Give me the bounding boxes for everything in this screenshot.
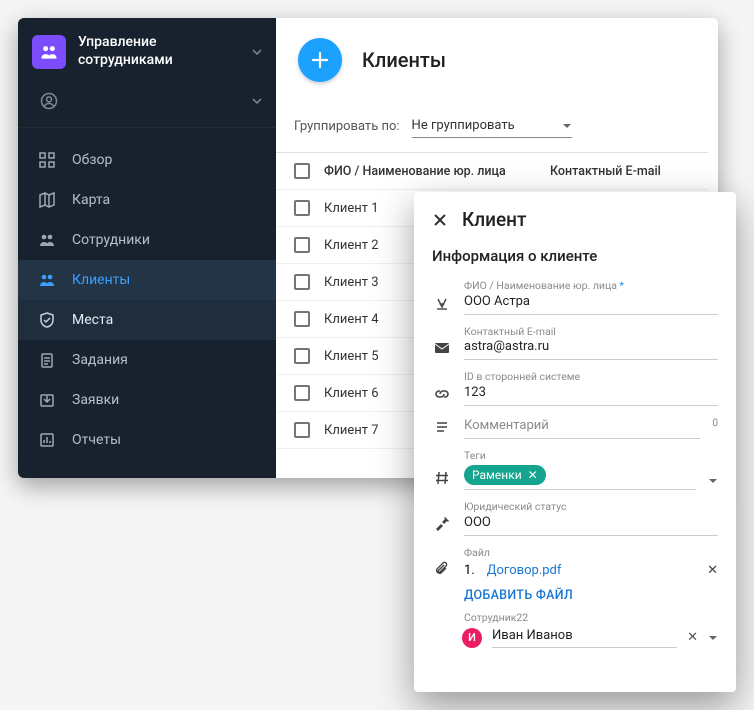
nav-label: Сотрудники bbox=[72, 232, 150, 248]
row-checkbox[interactable] bbox=[294, 311, 310, 327]
tag-label: Раменки bbox=[472, 468, 522, 482]
required-mark: * bbox=[620, 279, 625, 292]
main-header: Клиенты bbox=[276, 18, 718, 100]
field-label: Юридический статус bbox=[464, 502, 718, 513]
nav-label: Задания bbox=[72, 352, 128, 368]
field-label: Сотрудник22 bbox=[464, 613, 718, 624]
nav-label: Места bbox=[72, 312, 113, 328]
field-value: 123 bbox=[464, 385, 718, 401]
field-comment[interactable]: Комментарий 0 bbox=[414, 412, 736, 445]
chevron-down-icon bbox=[562, 121, 572, 131]
row-checkbox[interactable] bbox=[294, 385, 310, 401]
nav-item-requests[interactable]: Заявки bbox=[18, 380, 276, 420]
field-label: Комментарий bbox=[464, 418, 700, 434]
chevron-down-icon bbox=[252, 47, 262, 57]
table-header: ФИО / Наименование юр. лица Контактный E… bbox=[276, 153, 708, 190]
dashboard-icon bbox=[38, 151, 56, 169]
nav-item-employees[interactable]: Сотрудники bbox=[18, 220, 276, 260]
employee-dropdown-icon[interactable] bbox=[708, 633, 718, 643]
employee-avatar: И bbox=[462, 628, 482, 648]
row-checkbox[interactable] bbox=[294, 422, 310, 438]
nav-label: Обзор bbox=[72, 152, 112, 168]
field-label: Контактный E-mail bbox=[464, 327, 718, 338]
file-remove-button[interactable]: ✕ bbox=[707, 563, 718, 578]
map-icon bbox=[38, 191, 56, 209]
field-email[interactable]: Контактный E-mail astra@astra.ru bbox=[414, 321, 736, 367]
hash-icon bbox=[432, 470, 452, 490]
field-label: Файл bbox=[464, 548, 718, 559]
file-link[interactable]: Договор.pdf bbox=[487, 563, 562, 578]
user-icon bbox=[32, 91, 66, 111]
chevron-down-icon bbox=[252, 96, 262, 106]
employee-name: Иван Иванов bbox=[492, 628, 677, 648]
add-file-button[interactable]: ДОБАВИТЬ ФАЙЛ bbox=[414, 584, 736, 613]
employee-row[interactable]: И Иван Иванов ✕ bbox=[414, 626, 736, 656]
employee-remove-button[interactable]: ✕ bbox=[687, 630, 698, 645]
gavel-icon bbox=[432, 516, 452, 536]
col-name: ФИО / Наименование юр. лица bbox=[324, 164, 536, 179]
nav-item-tasks[interactable]: Задания bbox=[18, 340, 276, 380]
user-switcher[interactable] bbox=[18, 81, 276, 128]
group-by-select[interactable]: Не группировать bbox=[412, 114, 572, 138]
chart-icon bbox=[38, 431, 56, 449]
nav: Обзор Карта Сотрудники Клиенты Места Зад… bbox=[18, 128, 276, 460]
nav-item-clients[interactable]: Клиенты bbox=[18, 260, 276, 300]
nav-item-overview[interactable]: Обзор bbox=[18, 140, 276, 180]
field-value: astra@astra.ru bbox=[464, 339, 718, 355]
nav-item-places[interactable]: Места bbox=[18, 300, 276, 340]
row-checkbox[interactable] bbox=[294, 200, 310, 216]
field-legal[interactable]: Юридический статус ООО bbox=[414, 496, 736, 542]
field-tags[interactable]: Теги Раменки ✕ bbox=[414, 445, 736, 497]
clients-icon bbox=[38, 271, 56, 289]
app-switcher[interactable]: Управление сотрудниками bbox=[18, 18, 276, 81]
email-icon bbox=[432, 340, 452, 360]
nav-label: Отчеты bbox=[72, 432, 121, 448]
page-title: Клиенты bbox=[362, 48, 446, 72]
close-button[interactable] bbox=[432, 212, 448, 228]
row-checkbox[interactable] bbox=[294, 274, 310, 290]
app-title: Управление сотрудниками bbox=[78, 34, 240, 69]
add-button[interactable] bbox=[298, 38, 342, 82]
file-row: 1. Договор.pdf ✕ bbox=[414, 560, 736, 584]
tag-chip[interactable]: Раменки ✕ bbox=[464, 465, 546, 485]
field-value: ООО bbox=[464, 515, 718, 531]
nav-item-reports[interactable]: Отчеты bbox=[18, 420, 276, 460]
sidebar: Управление сотрудниками Обзор Карта bbox=[18, 18, 276, 478]
nav-label: Карта bbox=[72, 192, 110, 208]
file-num: 1. bbox=[464, 563, 475, 578]
people-icon bbox=[38, 231, 56, 249]
field-label: Теги bbox=[464, 451, 696, 462]
field-label: ФИО / Наименование юр. лица bbox=[464, 279, 617, 292]
shield-icon bbox=[38, 311, 56, 329]
field-ext-id[interactable]: ID в сторонней системе 123 bbox=[414, 366, 736, 412]
col-email: Контактный E-mail bbox=[550, 164, 690, 179]
group-by-value: Не группировать bbox=[412, 118, 515, 133]
detail-header: Клиент bbox=[414, 192, 736, 237]
detail-title: Клиент bbox=[462, 208, 526, 231]
section-title: Информация о клиенте bbox=[414, 237, 736, 275]
select-all-checkbox[interactable] bbox=[294, 163, 310, 179]
notes-icon bbox=[432, 419, 452, 439]
app-icon bbox=[32, 35, 66, 69]
clipboard-icon bbox=[38, 351, 56, 369]
nav-label: Заявки bbox=[72, 392, 119, 408]
tag-remove-icon[interactable]: ✕ bbox=[528, 468, 538, 482]
field-name[interactable]: ФИО / Наименование юр. лица * ООО Астра bbox=[414, 275, 736, 321]
field-value: ООО Астра bbox=[464, 294, 718, 310]
row-checkbox[interactable] bbox=[294, 237, 310, 253]
field-label: ID в сторонней системе bbox=[464, 372, 718, 383]
group-by-label: Группировать по: bbox=[294, 119, 400, 134]
link-icon bbox=[432, 386, 452, 406]
row-checkbox[interactable] bbox=[294, 348, 310, 364]
group-by-bar: Группировать по: Не группировать bbox=[276, 100, 708, 153]
inbox-icon bbox=[38, 391, 56, 409]
attachment-icon bbox=[432, 560, 452, 580]
text-format-icon bbox=[432, 295, 452, 315]
char-counter: 0 bbox=[712, 418, 718, 429]
nav-label: Клиенты bbox=[72, 272, 130, 288]
tags-dropdown-icon[interactable] bbox=[708, 476, 718, 490]
detail-card: Клиент Информация о клиенте ФИО / Наимен… bbox=[414, 192, 736, 692]
nav-item-map[interactable]: Карта bbox=[18, 180, 276, 220]
